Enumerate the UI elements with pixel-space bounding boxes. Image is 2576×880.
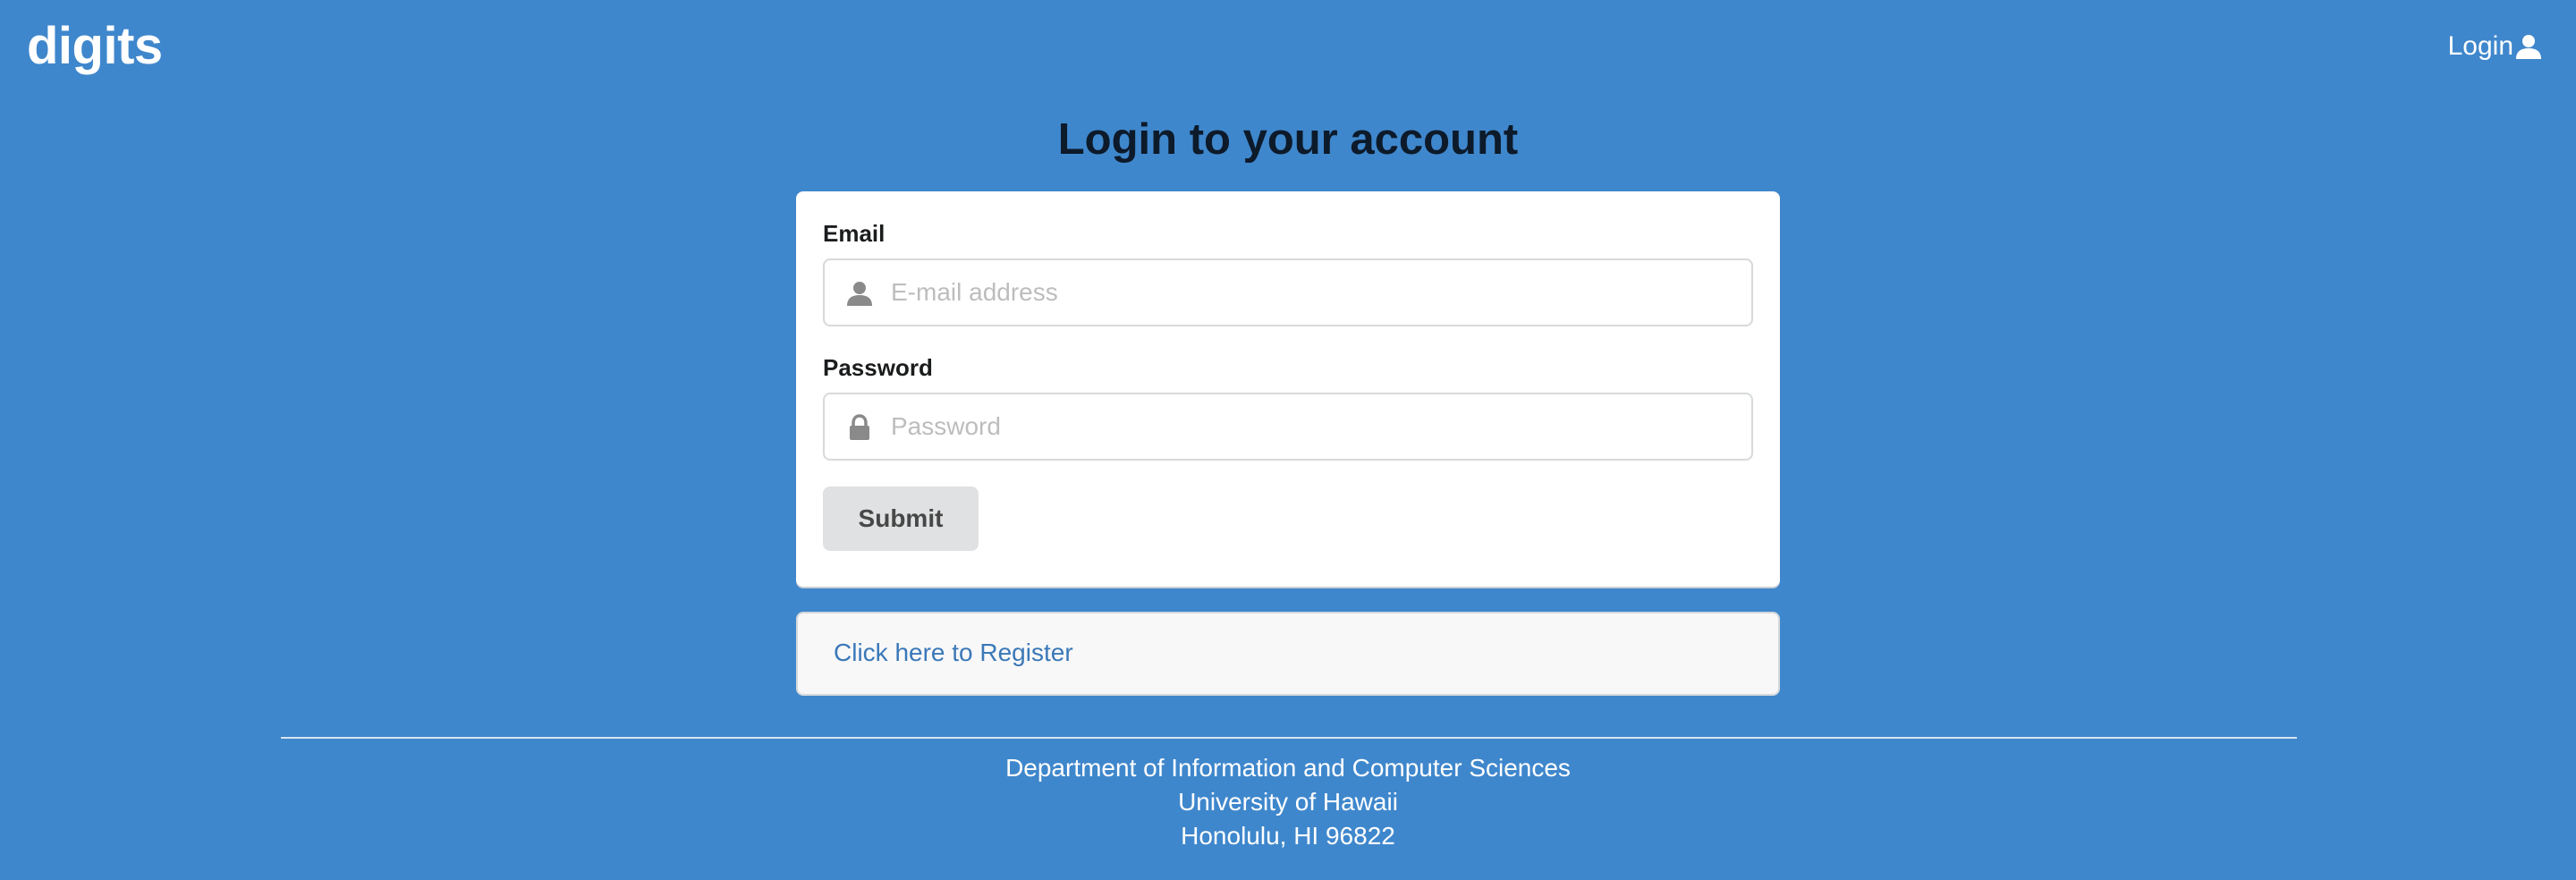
footer: Department of Information and Computer S… bbox=[0, 751, 2576, 853]
password-label: Password bbox=[823, 354, 933, 381]
email-input[interactable] bbox=[891, 260, 1741, 325]
password-input[interactable] bbox=[891, 394, 1741, 459]
login-form: Email Password Submit bbox=[796, 191, 1780, 587]
brand-logo[interactable]: digits bbox=[27, 13, 163, 80]
email-label: Email bbox=[823, 220, 886, 247]
password-field-wrapper bbox=[823, 393, 1753, 461]
nav-login-link[interactable]: Login bbox=[2448, 29, 2542, 64]
footer-line-address: Honolulu, HI 96822 bbox=[1181, 822, 1395, 850]
user-icon bbox=[2516, 35, 2541, 59]
lock-icon bbox=[850, 414, 869, 440]
register-link[interactable]: Click here to Register bbox=[834, 639, 1073, 667]
nav-login-label: Login bbox=[2447, 31, 2513, 61]
footer-line-university: University of Hawaii bbox=[1178, 788, 1398, 816]
user-icon bbox=[847, 282, 872, 306]
register-message-box: Click here to Register bbox=[796, 612, 1780, 696]
email-field-wrapper bbox=[823, 258, 1753, 326]
footer-line-department: Department of Information and Computer S… bbox=[1005, 754, 1571, 782]
submit-button[interactable]: Submit bbox=[823, 487, 979, 551]
page-title: Login to your account bbox=[1057, 115, 1519, 164]
footer-divider bbox=[281, 737, 2297, 739]
